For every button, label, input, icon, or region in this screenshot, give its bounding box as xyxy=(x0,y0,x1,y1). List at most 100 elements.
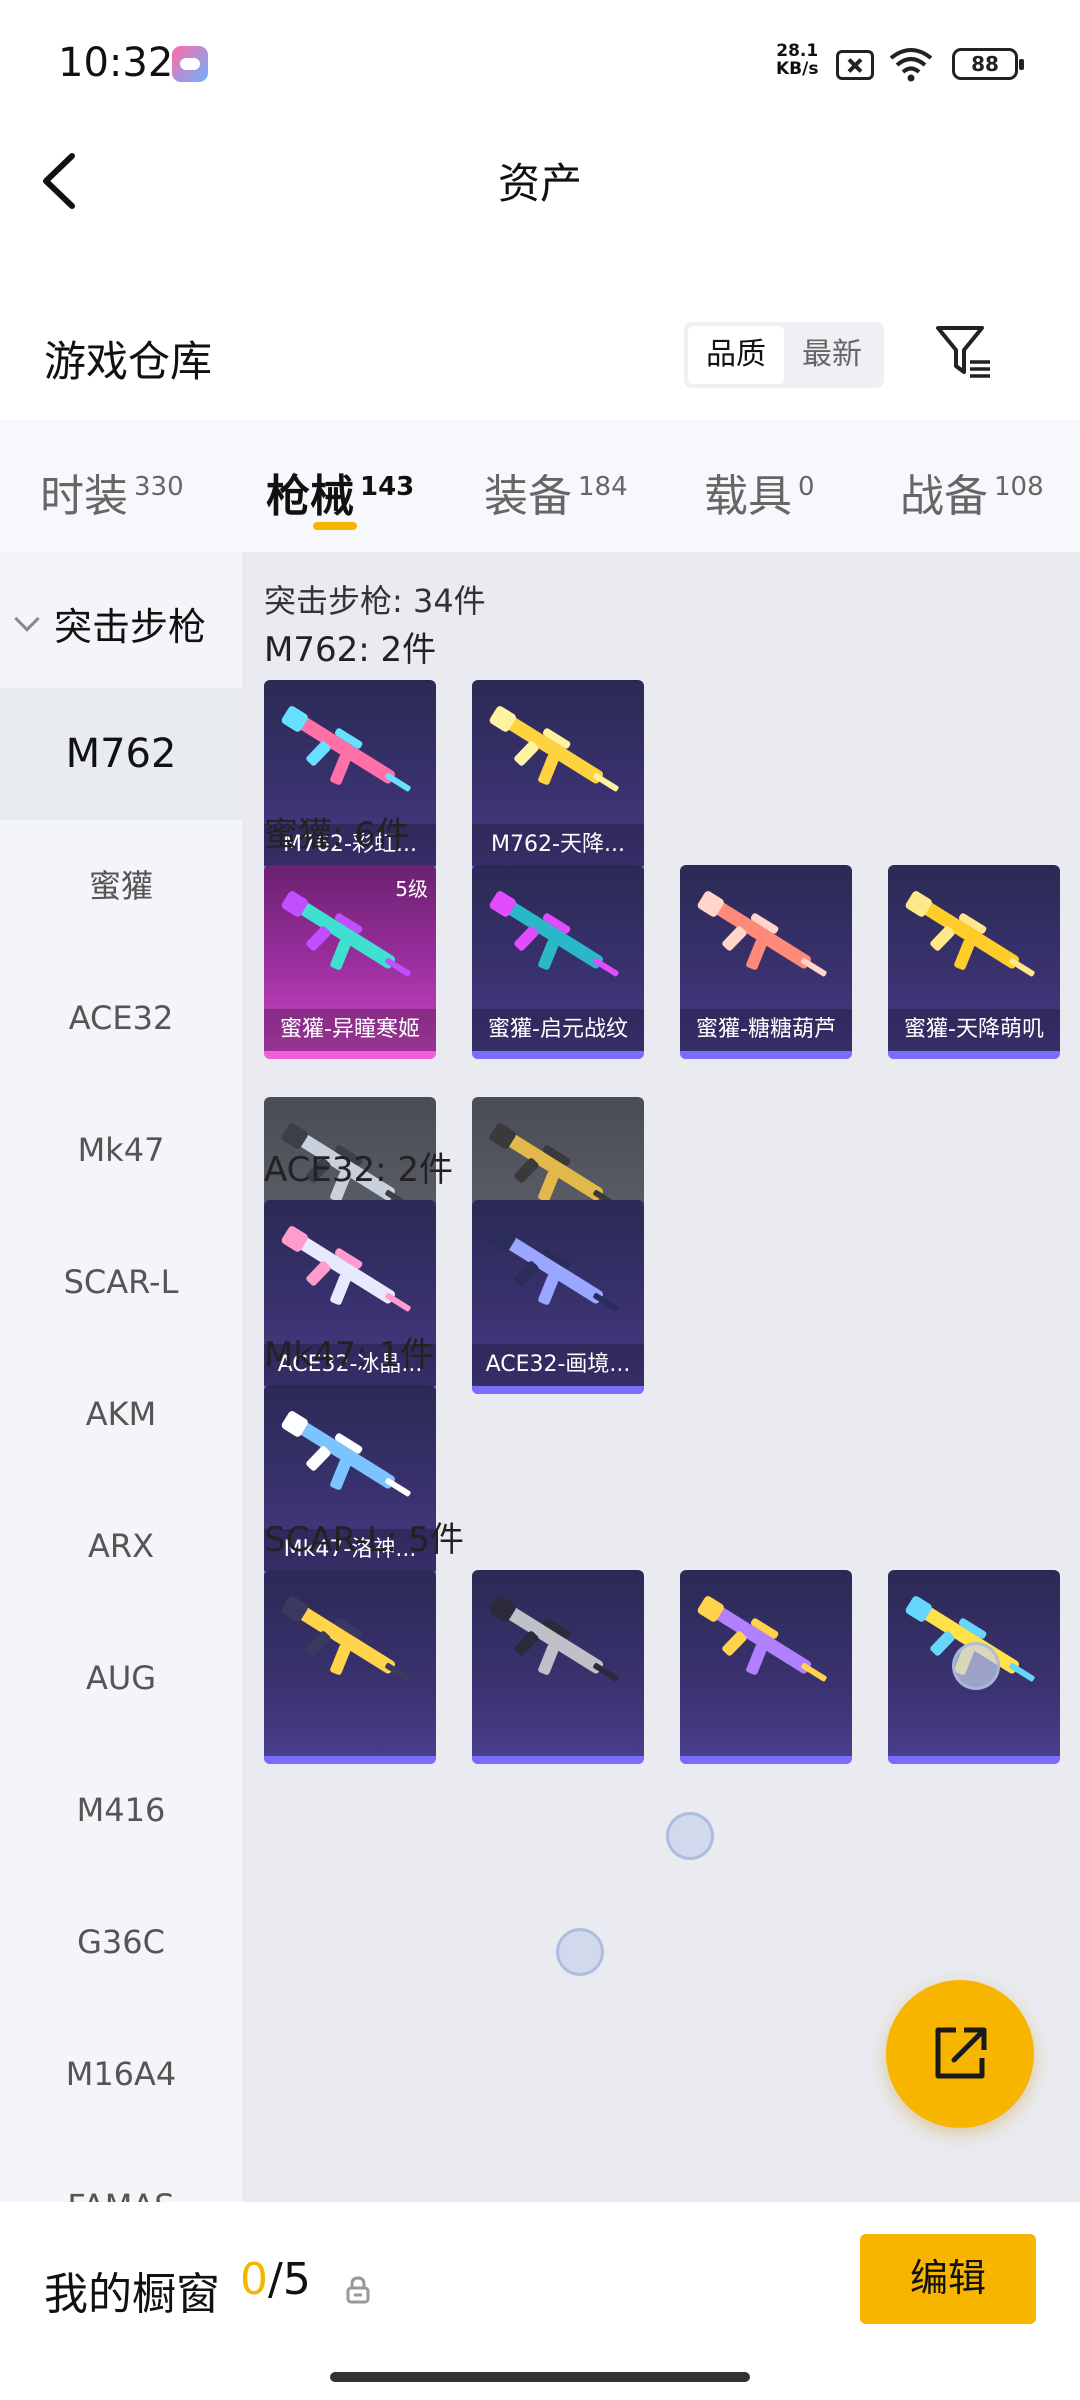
touch-indicator xyxy=(556,1928,604,1976)
rifle-icon xyxy=(281,706,411,792)
sidebar-item-honey-badger[interactable]: 蜜獾 xyxy=(0,820,242,952)
share-icon xyxy=(935,2027,987,2079)
showcase-current: 0 xyxy=(240,2254,268,2305)
card-name: 蜜獾-异瞳寒姬 xyxy=(264,1009,436,1051)
wifi-icon xyxy=(889,48,933,82)
weapon-card[interactable]: 蜜獾-糖糖葫芦 xyxy=(680,865,852,1059)
weapon-card[interactable] xyxy=(680,1570,852,1764)
sort-newest-option[interactable]: 最新 xyxy=(784,326,880,384)
tab-label: 枪械 xyxy=(266,471,354,522)
weapon-grid: 突击步枪: 34件 M762: 2件 M762-彩虹... M762-天降... 蜜獾… xyxy=(242,552,1080,2202)
sort-toggle: 品质 最新 xyxy=(684,322,884,388)
weapon-sidebar: 突击步枪 M762 蜜獾 ACE32 Mk47 SCAR-L AKM ARX AUG M416 G… xyxy=(0,552,242,2202)
group-summary: 突击步枪: 34件 xyxy=(264,582,486,620)
showcase-total: /5 xyxy=(268,2254,311,2305)
tab-label: 战备 xyxy=(900,471,988,522)
sidebar-group-assault-rifles[interactable]: 突击步枪 xyxy=(0,552,242,688)
weapon-card[interactable]: 蜜獾-启元战纹 xyxy=(472,865,644,1059)
sort-quality-option[interactable]: 品质 xyxy=(688,326,784,384)
sidebar-item-scar-l[interactable]: SCAR-L xyxy=(0,1216,242,1348)
sidebar-group-label: 突击步枪 xyxy=(54,605,207,649)
tab-equipment[interactable]: 装备 184 xyxy=(484,460,628,524)
weapon-card[interactable]: ACE32-画境... xyxy=(472,1200,644,1394)
rifle-icon xyxy=(281,891,411,977)
tab-fashion[interactable]: 时装 330 xyxy=(40,460,184,524)
showcase-bar: 我的橱窗 0/5 编辑 xyxy=(0,2202,1080,2400)
section-heading: M762: 2件 xyxy=(264,630,437,670)
rarity-bar xyxy=(888,1756,1060,1764)
sidebar-item-ace32[interactable]: ACE32 xyxy=(0,952,242,1084)
tab-firearms[interactable]: 枪械 143 xyxy=(266,460,414,524)
rarity-bar xyxy=(264,1051,436,1059)
tab-count: 0 xyxy=(798,472,815,502)
home-indicator[interactable] xyxy=(330,2372,750,2382)
section-title: 游戏仓库 xyxy=(44,337,213,386)
rarity-bar xyxy=(680,1756,852,1764)
sidebar-item-arx[interactable]: ARX xyxy=(0,1480,242,1612)
card-name: 蜜獾-糖糖葫芦 xyxy=(680,1009,852,1051)
weapon-card[interactable] xyxy=(472,1570,644,1764)
rarity-bar xyxy=(472,1386,644,1394)
touch-indicator xyxy=(666,1812,714,1860)
rarity-bar xyxy=(888,1051,1060,1059)
battery-icon: 88 xyxy=(952,48,1024,80)
chevron-down-icon xyxy=(14,606,40,632)
status-time: 10:32 xyxy=(58,40,174,86)
card-name: M762-天降... xyxy=(472,824,644,866)
page-title: 资产 xyxy=(497,159,582,208)
sidebar-item-m16a4[interactable]: M16A4 xyxy=(0,2008,242,2140)
sidebar-item-m416[interactable]: M416 xyxy=(0,1744,242,1876)
no-sim-icon xyxy=(836,50,874,80)
card-level: 5级 xyxy=(395,877,428,901)
weapon-card[interactable]: M762-天降... xyxy=(472,680,644,874)
tab-count: 184 xyxy=(578,472,628,502)
weapon-card[interactable]: 蜜獾-天降萌叽 xyxy=(888,865,1060,1059)
card-name: 蜜獾-启元战纹 xyxy=(472,1009,644,1051)
card-name: ACE32-画境... xyxy=(472,1344,644,1386)
filter-icon[interactable] xyxy=(934,322,994,382)
network-speed-unit: KB/s xyxy=(776,59,819,79)
rifle-icon xyxy=(489,1226,619,1312)
tab-count: 330 xyxy=(134,472,184,502)
showcase-label: 我的橱窗 xyxy=(44,2269,220,2320)
section-heading: ACE32: 2件 xyxy=(264,1150,454,1190)
tab-count: 143 xyxy=(360,472,415,502)
weapon-card[interactable]: 5级蜜獾-异瞳寒姬 xyxy=(264,865,436,1059)
rifle-icon xyxy=(281,1596,411,1682)
tab-count: 108 xyxy=(994,472,1044,502)
sidebar-item-aug[interactable]: AUG xyxy=(0,1612,242,1744)
network-speed-value: 28.1 xyxy=(776,41,819,61)
section-heading: Mk47: 1件 xyxy=(264,1335,435,1375)
showcase-count: 0/5 xyxy=(240,2254,311,2305)
active-tab-indicator xyxy=(313,522,357,530)
tab-label: 时装 xyxy=(40,471,128,522)
tab-label: 装备 xyxy=(484,471,572,522)
game-app-icon xyxy=(172,46,208,82)
category-tabs: 时装 330 枪械 143 装备 184 载具 0 战备 108 xyxy=(0,420,1080,552)
rifle-icon xyxy=(905,891,1035,977)
sidebar-item-g36c[interactable]: G36C xyxy=(0,1876,242,2008)
weapon-card[interactable] xyxy=(264,1570,436,1764)
section-heading: SCAR-L: 5件 xyxy=(264,1520,464,1560)
rifle-icon xyxy=(489,1596,619,1682)
tab-vehicles[interactable]: 载具 0 xyxy=(704,460,815,524)
rarity-bar xyxy=(472,1051,644,1059)
card-name: 蜜獾-天降萌叽 xyxy=(888,1009,1060,1051)
touch-indicator xyxy=(952,1642,1000,1690)
rifle-icon xyxy=(697,1596,827,1682)
sidebar-item-akm[interactable]: AKM xyxy=(0,1348,242,1480)
tab-supplies[interactable]: 战备 108 xyxy=(900,460,1044,524)
rifle-icon xyxy=(697,891,827,977)
tab-label: 载具 xyxy=(704,471,792,522)
sidebar-item-m762[interactable]: M762 xyxy=(0,688,242,820)
sidebar-item-mk47[interactable]: Mk47 xyxy=(0,1084,242,1216)
lock-icon xyxy=(346,2276,370,2304)
rarity-bar xyxy=(264,1756,436,1764)
rarity-bar xyxy=(680,1051,852,1059)
sidebar-item-famas[interactable]: FAMAS xyxy=(0,2140,242,2202)
rifle-icon xyxy=(489,891,619,977)
network-speed: 28.1 KB/s xyxy=(776,42,818,78)
edit-button[interactable]: 编辑 xyxy=(860,2234,1036,2324)
section-heading: 蜜獾: 6件 xyxy=(264,815,410,855)
share-button[interactable] xyxy=(886,1980,1034,2128)
